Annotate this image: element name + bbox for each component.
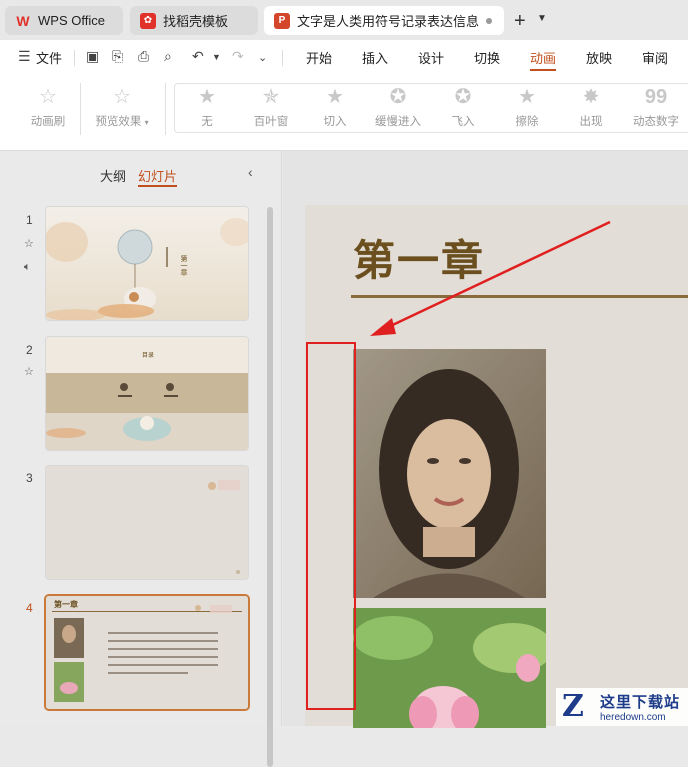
watermark-logo: Z bbox=[562, 689, 584, 724]
annotation-arrow-head bbox=[370, 318, 396, 336]
site-watermark: Z 这里下载站 heredown.com bbox=[556, 688, 688, 726]
watermark-name: 这里下载站 bbox=[600, 693, 681, 711]
annotation-highlight-box bbox=[306, 342, 356, 710]
watermark-url: heredown.com bbox=[600, 712, 666, 723]
annotation-arrow bbox=[381, 220, 611, 332]
